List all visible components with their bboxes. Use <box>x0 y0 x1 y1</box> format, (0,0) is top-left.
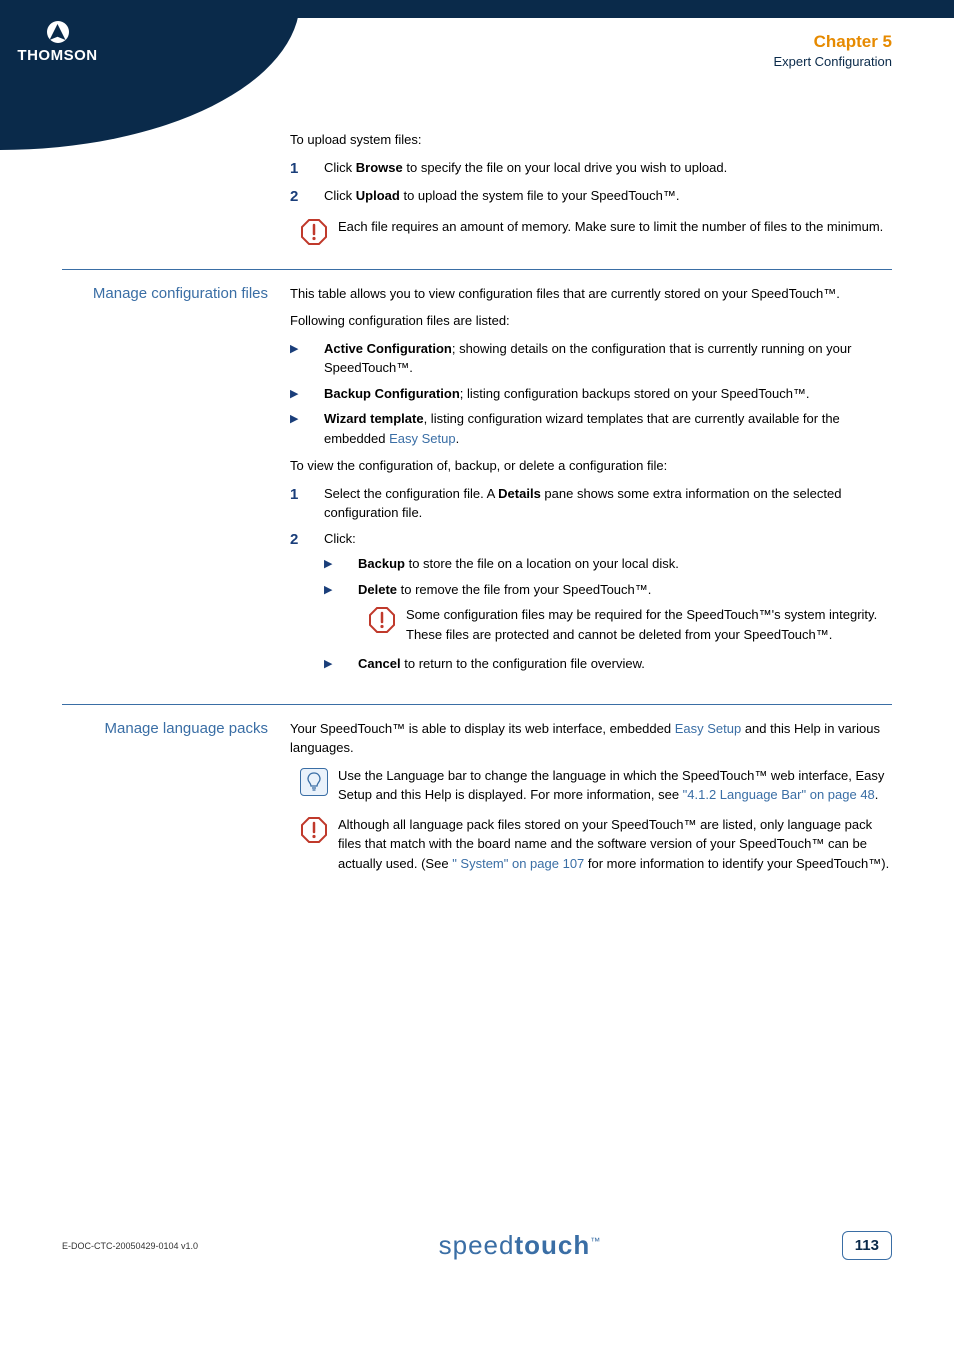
config-sub-cancel: Cancel to return to the configuration fi… <box>358 654 645 674</box>
list-number: 1 <box>290 158 324 181</box>
upload-step-2: Click Upload to upload the system file t… <box>324 186 892 209</box>
thomson-logo: THOMSON <box>0 0 115 85</box>
section-divider <box>62 269 892 270</box>
page-footer: E-DOC-CTC-20050429-0104 v1.0 speedtouch™… <box>62 1230 892 1261</box>
config-intro: This table allows you to view configurat… <box>290 284 892 304</box>
list-number: 2 <box>290 186 324 209</box>
bullet-arrow-icon: ▶ <box>290 409 324 448</box>
doc-id: E-DOC-CTC-20050429-0104 v1.0 <box>62 1241 198 1251</box>
list-number: 2 <box>290 529 324 682</box>
config-heading: Manage configuration files <box>62 284 290 690</box>
chapter-number: Chapter 5 <box>773 32 892 52</box>
lang-tip-text: Use the Language bar to change the langu… <box>338 766 892 805</box>
chapter-subtitle: Expert Configuration <box>773 54 892 69</box>
config-step-1: Select the configuration file. A Details… <box>324 484 892 523</box>
lang-tip: Use the Language bar to change the langu… <box>290 766 892 805</box>
system-link[interactable]: " System" on page 107 <box>452 856 584 871</box>
config-sub-backup: Backup to store the file on a location o… <box>358 554 679 574</box>
easy-setup-link[interactable]: Easy Setup <box>389 431 456 446</box>
config-sub-delete: Delete to remove the file from your Spee… <box>358 580 892 649</box>
chapter-header: Chapter 5 Expert Configuration <box>773 32 892 69</box>
warning-icon <box>301 219 327 245</box>
list-number: 1 <box>290 484 324 523</box>
config-bullet-backup: Backup Configuration; listing configurat… <box>324 384 810 404</box>
page-number: 113 <box>842 1231 892 1260</box>
lang-heading: Manage language packs <box>62 719 290 884</box>
section-divider <box>62 704 892 705</box>
config-bullet-wizard: Wizard template, listing configuration w… <box>324 409 892 448</box>
tip-icon <box>300 768 328 796</box>
config-listed: Following configuration files are listed… <box>290 311 892 331</box>
bullet-arrow-icon: ▶ <box>324 580 358 649</box>
bullet-arrow-icon: ▶ <box>290 339 324 378</box>
bullet-arrow-icon: ▶ <box>324 554 358 574</box>
thomson-logo-text: THOMSON <box>17 47 97 64</box>
upload-step-1: Click Browse to specify the file on your… <box>324 158 892 181</box>
config-view-intro: To view the configuration of, backup, or… <box>290 456 892 476</box>
warning-icon <box>369 607 395 633</box>
thomson-logo-icon <box>47 21 69 43</box>
lang-warning: Although all language pack files stored … <box>290 815 892 874</box>
easy-setup-link[interactable]: Easy Setup <box>675 721 742 736</box>
config-step-2: Click: ▶ Backup to store the file on a l… <box>324 529 892 682</box>
page-content: To upload system files: 1 Click Browse t… <box>0 130 954 887</box>
speedtouch-logo: speedtouch™ <box>439 1230 602 1261</box>
lang-intro: Your SpeedTouch™ is able to display its … <box>290 719 892 758</box>
config-bullet-active: Active Configuration; showing details on… <box>324 339 892 378</box>
upload-warning: Each file requires an amount of memory. … <box>290 217 892 245</box>
bullet-arrow-icon: ▶ <box>290 384 324 404</box>
warning-icon <box>301 817 327 843</box>
language-bar-link[interactable]: "4.1.2 Language Bar" on page 48 <box>683 787 875 802</box>
lang-warning-text: Although all language pack files stored … <box>338 815 892 874</box>
bullet-arrow-icon: ▶ <box>324 654 358 674</box>
upload-warning-text: Each file requires an amount of memory. … <box>338 217 892 237</box>
upload-intro: To upload system files: <box>290 130 892 150</box>
config-delete-warning: Some configuration files may be required… <box>406 605 892 644</box>
